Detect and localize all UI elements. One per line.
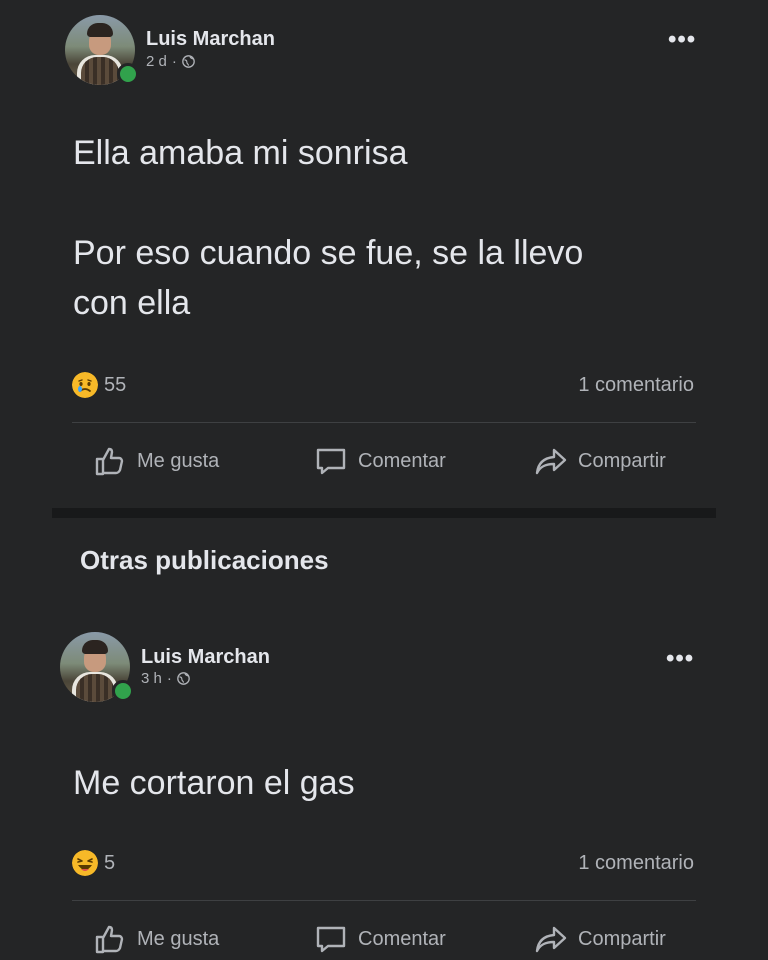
comment-bubble-icon — [316, 926, 346, 953]
reaction-summary[interactable]: 5 — [72, 850, 115, 876]
online-status-dot — [112, 680, 134, 702]
globe-icon — [182, 55, 195, 68]
author-name[interactable]: Luis Marchan — [146, 28, 275, 51]
post-meta: 2 d · — [146, 53, 195, 70]
comment-bubble-icon — [316, 448, 346, 475]
reaction-count: 55 — [104, 373, 127, 396]
comment-label: Comentar — [358, 449, 446, 472]
post-card: Luis Marchan 2 d · ••• Ella amaba mi son… — [0, 0, 768, 508]
post-card: Luis Marchan 3 h · ••• Me cortaron el ga… — [0, 612, 768, 960]
comment-button[interactable]: Comentar — [314, 444, 446, 478]
divider — [72, 900, 696, 901]
like-button[interactable]: Me gusta — [93, 444, 219, 478]
author-name[interactable]: Luis Marchan — [141, 646, 270, 669]
share-arrow-icon — [535, 926, 567, 953]
post-time[interactable]: 2 d — [146, 53, 167, 70]
share-label: Compartir — [578, 449, 666, 472]
post-meta: 3 h · — [141, 670, 190, 687]
share-label: Compartir — [578, 927, 666, 950]
thumbs-up-icon — [95, 925, 124, 954]
post-text: Ella amaba mi sonrisa Por eso cuando se … — [73, 134, 584, 322]
share-arrow-icon — [535, 448, 567, 475]
divider — [72, 422, 696, 423]
reaction-count: 5 — [104, 851, 116, 874]
like-label: Me gusta — [137, 927, 220, 950]
comment-label: Comentar — [358, 927, 446, 950]
share-button[interactable]: Compartir — [534, 922, 666, 956]
comment-count[interactable]: 1 comentario — [578, 374, 694, 397]
online-status-dot — [117, 63, 139, 85]
like-label: Me gusta — [137, 449, 220, 472]
more-options-button[interactable]: ••• — [666, 647, 694, 671]
post-text: Me cortaron el gas — [73, 764, 355, 802]
post-time[interactable]: 3 h — [141, 670, 162, 687]
comment-button[interactable]: Comentar — [314, 922, 446, 956]
reaction-summary[interactable]: 55 — [72, 372, 126, 398]
comment-count[interactable]: 1 comentario — [578, 852, 694, 875]
share-button[interactable]: Compartir — [534, 444, 666, 478]
section-title: Otras publicaciones — [80, 545, 329, 575]
section-separator — [52, 508, 716, 518]
sad-emoji-icon — [72, 372, 98, 398]
like-button[interactable]: Me gusta — [93, 922, 219, 956]
more-options-button[interactable]: ••• — [668, 28, 696, 52]
globe-icon — [177, 672, 190, 685]
laugh-emoji-icon — [72, 850, 98, 876]
thumbs-up-icon — [95, 447, 124, 476]
